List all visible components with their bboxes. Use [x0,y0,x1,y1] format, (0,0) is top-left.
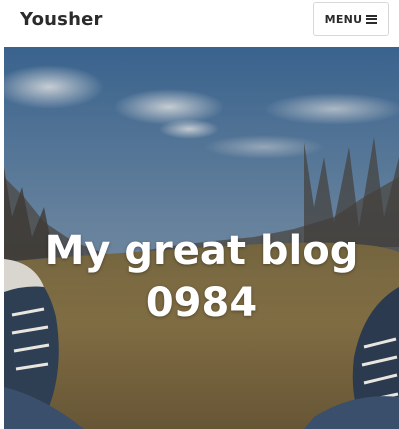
blog-title: My great blog 0984 [4,225,399,329]
hero-banner: My great blog 0984 [4,47,399,429]
blog-title-line-1: My great blog [44,228,359,274]
site-title[interactable]: Yousher [20,9,103,30]
menu-button[interactable]: MENU [313,2,389,36]
blog-title-line-2: 0984 [145,280,258,326]
menu-label: MENU [324,12,363,26]
site-header: Yousher MENU [0,0,399,44]
hamburger-icon [366,14,378,24]
